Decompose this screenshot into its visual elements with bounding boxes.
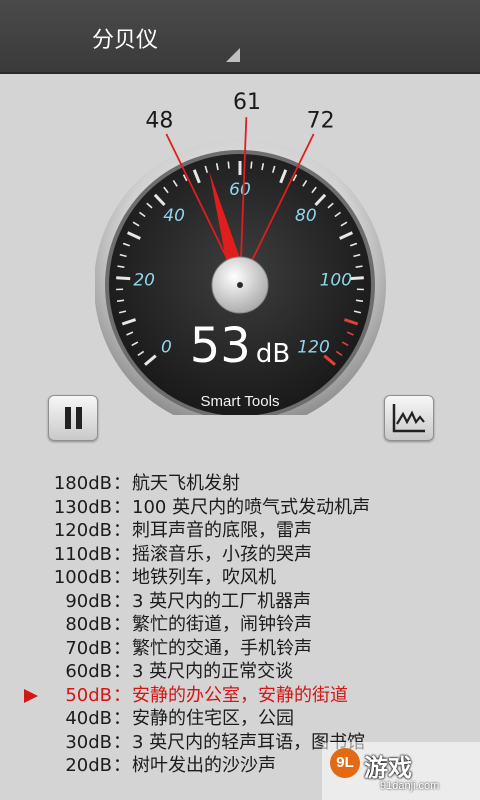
reference-desc: 3 英尺内的正常交谈	[132, 661, 294, 682]
site-watermark: 9L 游戏 91danji.com	[322, 742, 480, 800]
reference-db: 20dB	[65, 755, 112, 776]
gauge-tick	[355, 299, 364, 302]
reference-db: 100dB	[53, 567, 112, 588]
reference-db: 30dB	[65, 731, 112, 753]
gauge-tick	[117, 265, 125, 268]
gauge-scale-label: 40	[163, 206, 185, 226]
reference-desc: 地铁列车，吹风机	[132, 567, 276, 588]
gauge-tick	[227, 161, 230, 169]
reference-row: 50dB：安静的办公室，安静的街道	[0, 684, 480, 708]
reference-separator: ：	[113, 496, 131, 518]
reference-desc: 摇滚音乐，小孩的哭声	[132, 543, 312, 565]
reference-db: 80dB	[65, 614, 112, 635]
reference-row: 120dB：刺耳声音的底限，雷声	[0, 519, 480, 543]
reference-db: 130dB	[53, 496, 112, 518]
reference-db: 60dB	[65, 661, 112, 682]
reference-list: 180dB：航天飞机发射 130dB： 100 英尺内的喷气式发动机声 120dB：刺…	[0, 472, 480, 778]
reference-desc: 航天飞机发射	[132, 473, 240, 494]
reading-unit: dB	[255, 339, 291, 369]
gauge-scale-label: 20	[133, 270, 155, 290]
reference-row: 80dB：繁忙的街道，闹钟铃声	[0, 613, 480, 637]
reading-value: 53	[189, 318, 251, 374]
reference-separator: ：	[113, 543, 131, 565]
reference-row: 40dB：安静的住宅区，公园	[0, 707, 480, 731]
gauge-tick	[116, 276, 131, 281]
reference-separator: ：	[113, 661, 131, 682]
watermark-logo-icon: 9L	[330, 748, 360, 778]
gauge-hub-pin	[237, 282, 243, 288]
reference-separator: ：	[113, 614, 131, 635]
reference-row: 70dB：繁忙的交通，手机铃声	[0, 637, 480, 661]
app-title: 分贝仪	[92, 28, 159, 53]
current-level-marker-icon	[24, 688, 38, 703]
reference-separator: ：	[113, 473, 131, 494]
watermark-name: 游戏	[364, 754, 412, 782]
reference-desc: 繁忙的街道，闹钟铃声	[132, 614, 312, 635]
reference-desc: 安静的住宅区，公园	[132, 708, 294, 729]
reference-separator: ：	[113, 731, 131, 753]
gauge-tick	[355, 265, 363, 268]
reference-desc: 树叶发出的沙沙声	[132, 755, 276, 776]
reference-desc: 3 英尺内的工厂机器声	[132, 590, 312, 612]
reference-row: 90dB： 3 英尺内的工厂机器声	[0, 590, 480, 614]
reference-db: 70dB	[65, 637, 112, 659]
pause-button[interactable]	[48, 395, 98, 441]
reference-separator: ：	[113, 684, 131, 706]
reference-db: 120dB	[53, 520, 112, 541]
gauge-tick	[116, 299, 125, 302]
reference-row: 180dB：航天飞机发射	[0, 472, 480, 496]
title-bar: 分贝仪	[0, 0, 480, 74]
gauge-scale-label: 60	[229, 180, 251, 200]
reference-row: 110dB：摇滚音乐，小孩的哭声	[0, 543, 480, 567]
reference-separator: ：	[113, 755, 131, 776]
reference-db: 90dB	[65, 590, 112, 612]
gauge-scale-label: 80	[295, 206, 317, 226]
gauge-marker-label: 48	[145, 109, 173, 134]
reference-desc: 刺耳声音的底限，雷声	[132, 520, 312, 541]
reference-separator: ：	[113, 637, 131, 659]
gauge-marker-label: 61	[233, 90, 261, 115]
chart-button[interactable]	[384, 395, 434, 441]
reference-row: 100dB：地铁列车，吹风机	[0, 566, 480, 590]
reference-db: 50dB	[65, 684, 112, 706]
reference-desc: 100 英尺内的喷气式发动机声	[132, 496, 371, 518]
reference-separator: ：	[113, 590, 131, 612]
current-reading: 53 dB	[140, 318, 340, 374]
reference-db: 40dB	[65, 708, 112, 729]
reference-db: 110dB	[53, 543, 112, 565]
watermark-url: 91danji.com	[380, 780, 440, 792]
reference-row: 130dB： 100 英尺内的喷气式发动机声	[0, 496, 480, 520]
gauge-marker-label: 72	[307, 109, 335, 134]
reference-separator: ：	[113, 708, 131, 729]
line-chart-icon	[392, 404, 425, 433]
reference-desc: 安静的办公室，安静的街道	[132, 684, 348, 706]
reference-desc: 繁忙的交通，手机铃声	[132, 637, 312, 659]
reference-separator: ：	[113, 520, 131, 541]
gauge-scale-label: 100	[320, 270, 352, 290]
reference-db: 180dB	[53, 473, 112, 494]
reference-separator: ：	[113, 567, 131, 588]
gauge-tick	[250, 161, 253, 169]
brand-label: Smart Tools	[200, 393, 280, 410]
overflow-menu-icon[interactable]	[226, 48, 240, 62]
reference-row: 60dB： 3 英尺内的正常交谈	[0, 660, 480, 684]
